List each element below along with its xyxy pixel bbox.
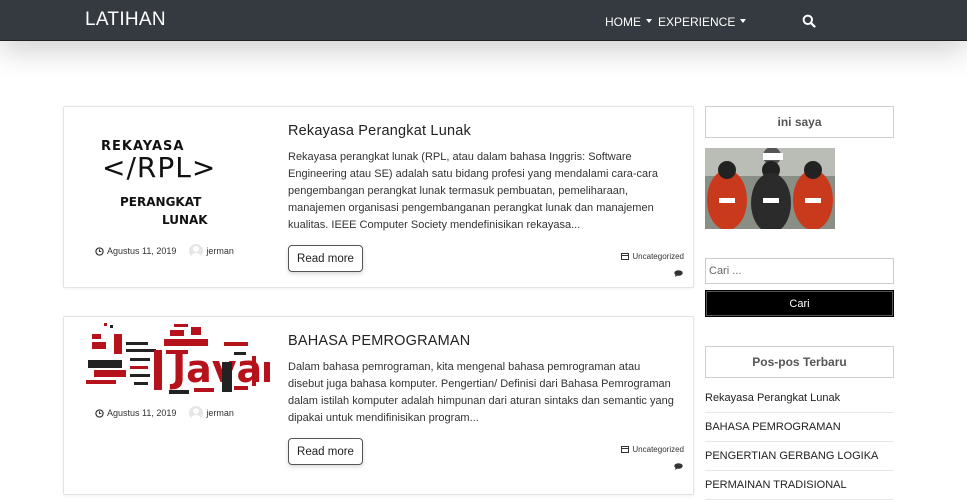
nav-home[interactable]: HOME bbox=[605, 15, 652, 29]
post-thumbnail[interactable]: REKAYASA </RPL> PERANGKAT LUNAK bbox=[74, 117, 274, 227]
nav-home-label: HOME bbox=[605, 15, 641, 29]
read-more-button[interactable]: Read more bbox=[288, 245, 363, 272]
post-card: REKAYASA </RPL> PERANGKAT LUNAK Rekayasa… bbox=[63, 106, 694, 288]
post-date: Agustus 11, 2019 bbox=[107, 246, 177, 256]
comment-icon[interactable] bbox=[674, 270, 683, 277]
post-excerpt: Rekayasa perangkat lunak (RPL, atau dala… bbox=[288, 151, 658, 231]
post-card: Java BAHASA PEMROGRAMAN Dalam bahasa pem… bbox=[63, 316, 694, 495]
list-item: BAHASA PEMROGRAMAN bbox=[705, 413, 894, 442]
thumb-text: LUNAK bbox=[162, 213, 208, 227]
post-category[interactable]: Uncategorized bbox=[621, 445, 684, 454]
site-brand[interactable]: LATIHAN bbox=[85, 9, 166, 31]
author-name: jerman bbox=[206, 408, 234, 418]
chevron-down-icon bbox=[646, 19, 652, 23]
post-author[interactable]: jerman bbox=[189, 406, 234, 420]
profile-widget-title: ini saya bbox=[705, 106, 894, 138]
list-item: PERMAINAN TRADISIONAL bbox=[705, 471, 894, 500]
search-icon[interactable] bbox=[802, 14, 816, 28]
post-category[interactable]: Uncategorized bbox=[621, 252, 684, 261]
clock-icon bbox=[95, 246, 104, 256]
post-meta: Agustus 11, 2019 jerman bbox=[95, 244, 234, 258]
chevron-down-icon bbox=[740, 19, 747, 23]
folder-icon bbox=[621, 446, 630, 453]
clock-icon bbox=[95, 408, 104, 418]
recent-posts-title: Pos-pos Terbaru bbox=[705, 346, 894, 378]
comment-icon[interactable] bbox=[674, 463, 683, 470]
folder-icon bbox=[621, 253, 630, 260]
post-excerpt: Dalam bahasa pemrograman, kita mengenal … bbox=[288, 361, 674, 424]
top-navbar: LATIHAN HOME EXPERIENCE bbox=[0, 0, 967, 41]
recent-post-link[interactable]: PENGERTIAN GERBANG LOGIKA bbox=[705, 450, 878, 462]
list-item: PENGERTIAN GERBANG LOGIKA bbox=[705, 442, 894, 471]
post-title[interactable]: BAHASA PEMROGRAMAN bbox=[288, 333, 470, 349]
recent-post-link[interactable]: Rekayasa Perangkat Lunak bbox=[705, 392, 840, 404]
read-more-button[interactable]: Read more bbox=[288, 438, 363, 465]
recent-posts-list: Rekayasa Perangkat Lunak BAHASA PEMROGRA… bbox=[705, 384, 894, 500]
recent-post-link[interactable]: BAHASA PEMROGRAMAN bbox=[705, 421, 841, 433]
sidebar-search-button[interactable]: Cari bbox=[705, 290, 894, 317]
thumb-text: </RPL> bbox=[102, 151, 216, 184]
sidebar-search-input[interactable] bbox=[705, 258, 894, 284]
nav-experience-label: EXPERIENCE bbox=[658, 15, 736, 29]
avatar bbox=[189, 406, 204, 420]
profile-photo[interactable] bbox=[705, 148, 835, 229]
thumb-text: PERANGKAT bbox=[120, 195, 202, 209]
post-title[interactable]: Rekayasa Perangkat Lunak bbox=[288, 123, 471, 139]
recent-post-link[interactable]: PERMAINAN TRADISIONAL bbox=[705, 479, 847, 491]
author-name: jerman bbox=[206, 246, 234, 256]
category-label: Uncategorized bbox=[632, 445, 684, 454]
post-thumbnail[interactable]: Java bbox=[74, 322, 274, 397]
post-author[interactable]: jerman bbox=[189, 244, 234, 258]
post-meta: Agustus 11, 2019 jerman bbox=[95, 406, 234, 420]
nav-experience[interactable]: EXPERIENCE bbox=[658, 15, 747, 29]
post-date: Agustus 11, 2019 bbox=[107, 408, 177, 418]
avatar bbox=[189, 244, 204, 258]
category-label: Uncategorized bbox=[632, 252, 684, 261]
list-item: Rekayasa Perangkat Lunak bbox=[705, 384, 894, 413]
